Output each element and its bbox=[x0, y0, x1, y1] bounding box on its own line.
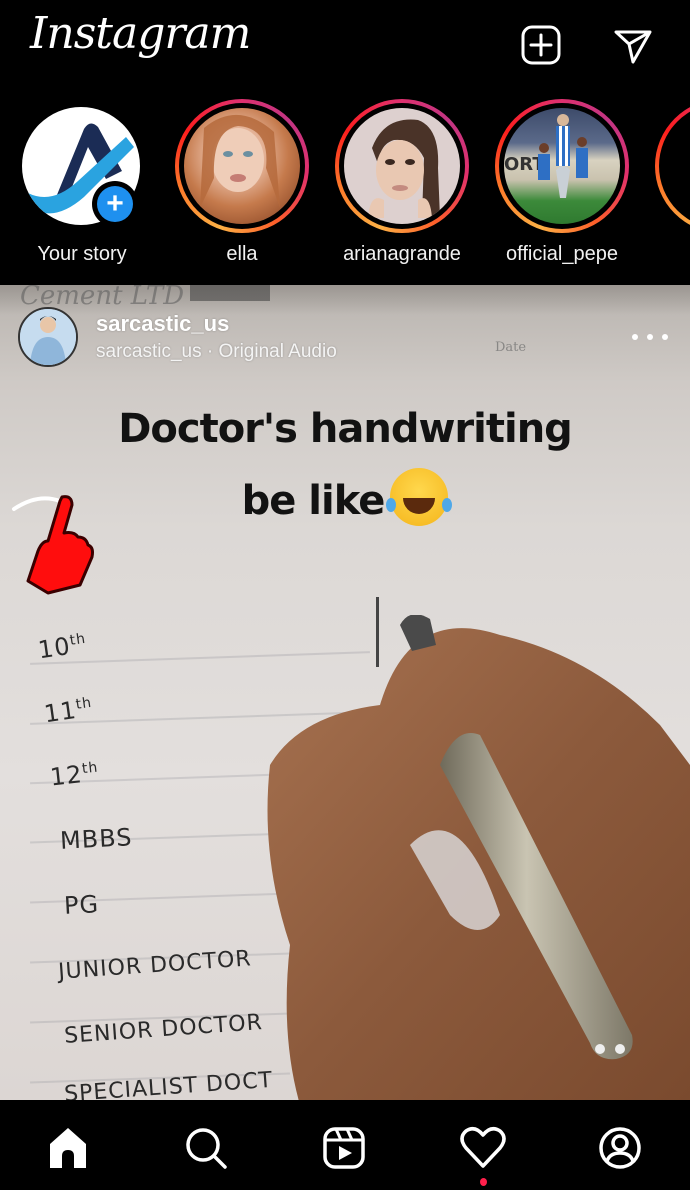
avatar bbox=[664, 108, 690, 224]
post-author-avatar[interactable] bbox=[18, 307, 78, 367]
handwritten-item: 12th bbox=[48, 759, 100, 792]
new-post-button[interactable] bbox=[518, 22, 564, 68]
post-username[interactable]: sarcastic_us bbox=[96, 311, 337, 337]
story-ring bbox=[335, 99, 469, 233]
add-story-badge[interactable]: + bbox=[92, 181, 138, 227]
avatar: ORTI bbox=[504, 108, 620, 224]
plus-square-icon bbox=[521, 25, 561, 65]
handwritten-item: JUNIOR DOCTOR bbox=[57, 946, 253, 985]
more-options-button[interactable] bbox=[632, 327, 668, 347]
direct-messages-button[interactable] bbox=[610, 22, 656, 68]
avatar bbox=[344, 108, 460, 224]
paper-date-label: Date bbox=[495, 340, 527, 355]
nav-profile[interactable] bbox=[592, 1120, 648, 1176]
story-label: official_pepe bbox=[506, 243, 618, 265]
activity-notification-dot bbox=[480, 1178, 487, 1186]
story-label: arianagrande bbox=[343, 243, 461, 265]
caption-line-2: be like bbox=[241, 478, 386, 524]
handwritten-item: 11th bbox=[42, 694, 94, 729]
caption-line-1: Doctor's handwriting bbox=[118, 406, 573, 452]
handwritten-item: 10th bbox=[36, 630, 88, 665]
plus-icon: + bbox=[97, 186, 133, 222]
search-icon bbox=[186, 1128, 227, 1169]
writing-hand-image bbox=[267, 615, 690, 1100]
instagram-logo[interactable]: Instagram bbox=[30, 8, 251, 59]
stories-tray[interactable]: + Your story ella arianagrande ORTI offi… bbox=[0, 95, 690, 285]
story-ring bbox=[655, 99, 690, 233]
nav-home[interactable] bbox=[40, 1120, 96, 1176]
nav-activity[interactable] bbox=[455, 1120, 511, 1176]
handwritten-item: PG bbox=[63, 890, 100, 920]
avatar bbox=[184, 108, 300, 224]
reel-post[interactable]: Cement LTD sarcastic_us sarcastic_us · O… bbox=[0, 285, 690, 1100]
nav-reels[interactable] bbox=[316, 1120, 372, 1176]
handwritten-item: SENIOR DOCTOR bbox=[63, 1010, 264, 1049]
paper-plane-icon bbox=[614, 30, 652, 64]
reels-icon bbox=[323, 1127, 365, 1169]
profile-icon bbox=[599, 1127, 641, 1169]
top-header: Instagram bbox=[0, 0, 690, 90]
post-author: sarcastic_us sarcastic_us · Original Aud… bbox=[18, 307, 337, 367]
story-ring bbox=[175, 99, 309, 233]
home-icon bbox=[50, 1128, 86, 1168]
story-label: ella bbox=[226, 243, 258, 265]
story-ring: ORTI bbox=[495, 99, 629, 233]
bottom-navigation bbox=[0, 1100, 690, 1190]
heart-icon bbox=[460, 1127, 506, 1168]
handwritten-item: MBBS bbox=[59, 823, 134, 855]
more-horizontal-icon bbox=[632, 334, 638, 340]
video-caption: Doctor's handwriting be like bbox=[0, 393, 690, 537]
nav-search[interactable] bbox=[178, 1120, 234, 1176]
pointing-hand-icon bbox=[12, 495, 94, 595]
handwritten-item: SPECIALIST DOCT bbox=[63, 1067, 274, 1100]
post-audio-label[interactable]: sarcastic_us · Original Audio bbox=[96, 341, 337, 363]
story-label: Your story bbox=[37, 243, 127, 265]
laughing-emoji-icon bbox=[386, 468, 449, 526]
